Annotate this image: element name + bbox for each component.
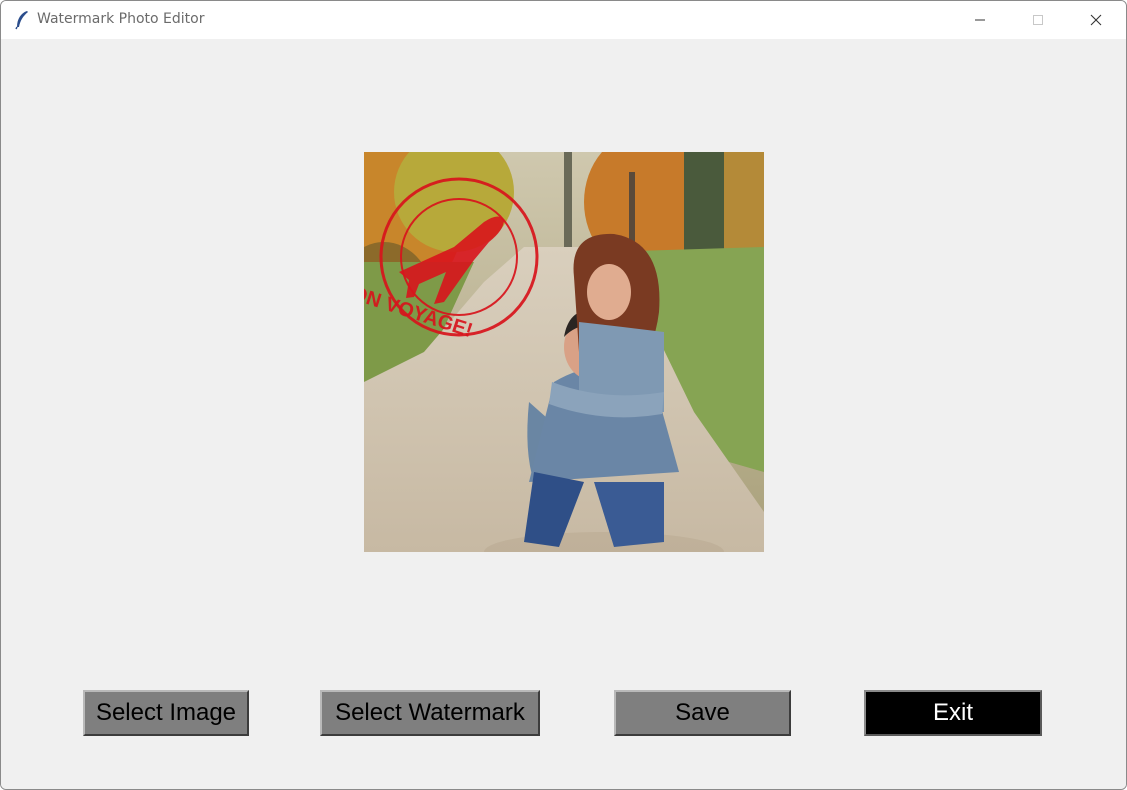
maximize-button[interactable] (1009, 1, 1067, 39)
save-button[interactable]: Save (614, 690, 791, 736)
feather-icon (13, 10, 31, 30)
main-content: BON VOYAGE! Select Image Select Watermar… (1, 39, 1126, 789)
photo-preview: BON VOYAGE! (364, 152, 764, 552)
title-bar[interactable]: Watermark Photo Editor (1, 1, 1126, 39)
select-watermark-button[interactable]: Select Watermark (320, 690, 540, 736)
select-image-button[interactable]: Select Image (83, 690, 249, 736)
minimize-button[interactable] (951, 1, 1009, 39)
maximize-icon (1032, 11, 1044, 30)
app-window: Watermark Photo Editor BON VOYAGE! Selec… (0, 0, 1127, 790)
exit-button[interactable]: Exit (864, 690, 1042, 736)
close-button[interactable] (1067, 1, 1125, 39)
close-icon (1090, 11, 1102, 30)
window-title: Watermark Photo Editor (37, 11, 205, 27)
minimize-icon (974, 11, 986, 30)
